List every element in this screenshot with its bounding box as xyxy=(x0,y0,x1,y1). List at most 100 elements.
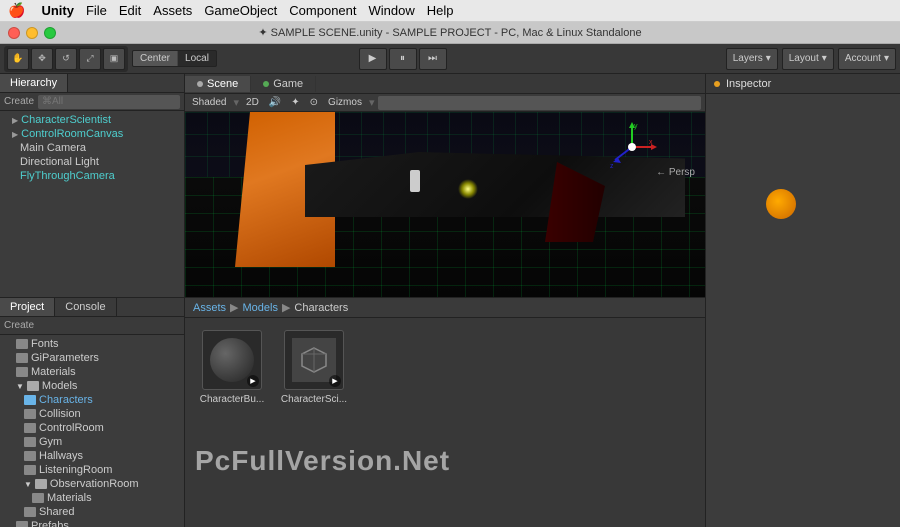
move-tool[interactable]: ✥ xyxy=(31,48,53,70)
scale-tool[interactable]: ⤢ xyxy=(79,48,101,70)
scene-character-figure xyxy=(410,170,420,192)
scene-gizmo: y x z xyxy=(605,120,660,175)
project-item-controlroom[interactable]: ControlRoom xyxy=(0,421,184,435)
unity-toolbar: ✋ ✥ ↺ ⤢ ▣ Center Local ▶ ⏸ ⏭ Layers ▾ La… xyxy=(0,44,900,74)
menubar: 🍎 Unity File Edit Assets GameObject Comp… xyxy=(0,0,900,22)
hand-tool[interactable]: ✋ xyxy=(7,48,29,70)
left-panel: Hierarchy Create ▶ CharacterScientist ▶ … xyxy=(0,74,185,527)
project-item-obs-materials[interactable]: Materials xyxy=(0,491,184,505)
project-item-shared[interactable]: Shared xyxy=(0,505,184,519)
tab-scene[interactable]: Scene xyxy=(185,76,251,92)
hierarchy-create-btn[interactable]: Create xyxy=(4,96,34,107)
hierarchy-item-controlroomcanvas[interactable]: ▶ ControlRoomCanvas xyxy=(0,127,184,141)
bottom-panel: Assets ▶ Models ▶ Characters ▶ Character… xyxy=(185,297,705,527)
project-create-btn[interactable]: Create xyxy=(4,320,34,331)
hierarchy-search[interactable] xyxy=(38,95,180,109)
project-item-characters[interactable]: Characters xyxy=(0,393,184,407)
asset-item-characterbu[interactable]: ▶ CharacterBu... xyxy=(197,330,267,515)
project-item-gym[interactable]: Gym xyxy=(0,435,184,449)
audio-toggle[interactable]: 🔊 xyxy=(266,97,284,108)
project-item-giparameters[interactable]: GiParameters xyxy=(0,351,184,365)
tab-game[interactable]: Game xyxy=(251,76,316,92)
asset-play-icon: ▶ xyxy=(247,375,259,387)
scene-icon1[interactable]: ⊙ xyxy=(307,97,321,108)
asset-thumb-characterbu: ▶ xyxy=(202,330,262,390)
layout-dropdown[interactable]: Layout ▾ xyxy=(782,48,834,70)
inspector-header: Inspector xyxy=(706,74,900,94)
asset-play-icon2: ▶ xyxy=(329,375,341,387)
inspector-content xyxy=(706,94,900,527)
menu-help[interactable]: Help xyxy=(427,3,454,18)
transform-tools: ✋ ✥ ↺ ⤢ ▣ xyxy=(4,46,128,72)
project-item-collision[interactable]: Collision xyxy=(0,407,184,421)
account-dropdown[interactable]: Account ▾ xyxy=(838,48,896,70)
menu-file[interactable]: File xyxy=(86,3,107,18)
asset-item-charactersci[interactable]: ▶ CharacterSci... xyxy=(279,330,349,515)
scene-toolbar: Shaded ▾ 2D 🔊 ✦ ⊙ Gizmos ▾ xyxy=(185,94,705,112)
titlebar: ✦ SAMPLE SCENE.unity - SAMPLE PROJECT - … xyxy=(0,22,900,44)
project-item-materials[interactable]: Materials xyxy=(0,365,184,379)
view-tabs: Scene Game xyxy=(185,74,705,94)
svg-text:x: x xyxy=(649,139,653,146)
svg-text:z: z xyxy=(610,163,614,170)
inspector-color-circle xyxy=(766,189,796,219)
menu-unity[interactable]: Unity xyxy=(41,3,74,18)
assets-grid: ▶ CharacterBu... ▶ xyxy=(185,318,705,527)
project-item-models[interactable]: ▼ Models xyxy=(0,379,184,393)
apple-menu[interactable]: 🍎 xyxy=(8,2,25,19)
scene-viewport[interactable]: y x z ← Persp xyxy=(185,112,705,297)
window-controls xyxy=(8,27,56,39)
center-button[interactable]: Center xyxy=(133,51,178,66)
fx-toggle[interactable]: ✦ xyxy=(288,97,302,108)
scene-search[interactable] xyxy=(378,96,701,110)
play-button[interactable]: ▶ xyxy=(359,48,387,70)
inspector-panel: Inspector xyxy=(705,74,900,527)
project-toolbar: Create xyxy=(0,317,184,335)
project-item-listeningroom[interactable]: ListeningRoom xyxy=(0,463,184,477)
rect-tool[interactable]: ▣ xyxy=(103,48,125,70)
rotate-tool[interactable]: ↺ xyxy=(55,48,77,70)
project-content: Fonts GiParameters Materials ▼ Models xyxy=(0,335,184,527)
menu-window[interactable]: Window xyxy=(369,3,415,18)
menu-gameobject[interactable]: GameObject xyxy=(204,3,277,18)
2d-toggle[interactable]: 2D xyxy=(243,97,262,108)
project-tabs: Project Console xyxy=(0,298,184,317)
project-item-observationroom[interactable]: ▼ ObservationRoom xyxy=(0,477,184,491)
local-button[interactable]: Local xyxy=(178,51,216,66)
breadcrumb-assets[interactable]: Assets xyxy=(193,302,226,314)
persp-label: ← Persp xyxy=(656,167,695,178)
hierarchy-item-directionallight[interactable]: Directional Light xyxy=(0,155,184,169)
maximize-button[interactable] xyxy=(44,27,56,39)
hierarchy-tabs: Hierarchy xyxy=(0,74,184,93)
menu-component[interactable]: Component xyxy=(289,3,356,18)
minimize-button[interactable] xyxy=(26,27,38,39)
hierarchy-item-flythroughcamera[interactable]: FlyThroughCamera xyxy=(0,169,184,183)
tab-hierarchy[interactable]: Hierarchy xyxy=(0,74,68,92)
asset-label-charactersci: CharacterSci... xyxy=(281,394,347,405)
inspector-title: Inspector xyxy=(726,78,771,90)
assets-breadcrumb: Assets ▶ Models ▶ Characters xyxy=(185,298,705,318)
hierarchy-content: ▶ CharacterScientist ▶ ControlRoomCanvas… xyxy=(0,111,184,297)
step-button[interactable]: ⏭ xyxy=(419,48,447,70)
menu-edit[interactable]: Edit xyxy=(119,3,141,18)
pivot-mode: Center Local xyxy=(132,50,217,67)
hierarchy-item-characterscientist[interactable]: ▶ CharacterScientist xyxy=(0,113,184,127)
close-button[interactable] xyxy=(8,27,20,39)
tab-project[interactable]: Project xyxy=(0,298,55,316)
shading-dropdown[interactable]: Shaded xyxy=(189,97,229,108)
project-item-fonts[interactable]: Fonts xyxy=(0,337,184,351)
pause-button[interactable]: ⏸ xyxy=(389,48,417,70)
breadcrumb-models[interactable]: Models xyxy=(242,302,277,314)
scene-light-burst xyxy=(458,179,478,199)
project-item-hallways[interactable]: Hallways xyxy=(0,449,184,463)
scene-canvas: y x z ← Persp xyxy=(185,112,705,297)
layers-dropdown[interactable]: Layers ▾ xyxy=(726,48,778,70)
asset-thumb-charactersci: ▶ xyxy=(284,330,344,390)
asset-model-box xyxy=(292,338,336,382)
playback-controls: ▶ ⏸ ⏭ xyxy=(359,48,447,70)
tab-console[interactable]: Console xyxy=(55,298,116,316)
project-item-prefabs[interactable]: Prefabs xyxy=(0,519,184,527)
menu-assets[interactable]: Assets xyxy=(153,3,192,18)
gizmos-dropdown[interactable]: Gizmos xyxy=(325,97,365,108)
hierarchy-item-maincamera[interactable]: Main Camera xyxy=(0,141,184,155)
